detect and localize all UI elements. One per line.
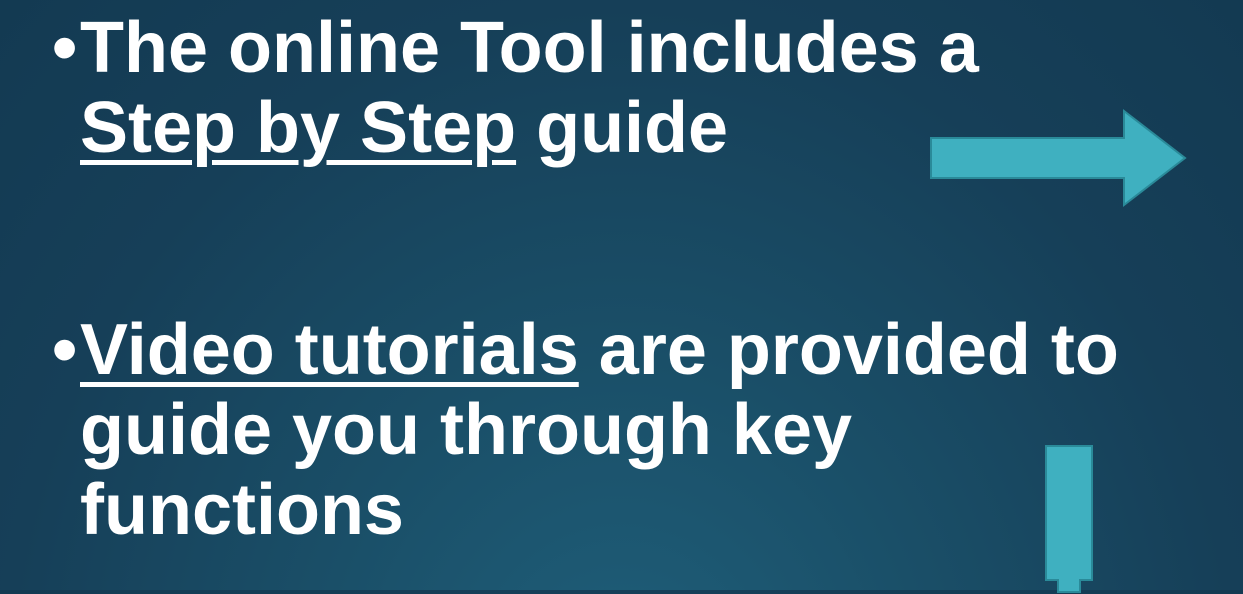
bullet-1-line-2: Step by Step guide [80,88,979,168]
arrow-right-icon [930,108,1187,208]
bullet-1-line-2-rest: guide [516,88,729,168]
bullet-1: The online Tool includes a Step by Step … [80,8,979,168]
bullet-2-line-1: Video tutorials are provided to [80,310,1119,390]
video-tutorials-link[interactable]: Video tutorials [80,310,579,390]
bullet-2: Video tutorials are provided to guide yo… [80,310,1119,550]
bullet-1-line-1: The online Tool includes a [80,8,979,88]
step-by-step-link[interactable]: Step by Step [80,88,516,168]
arrow-down-icon [1045,445,1093,593]
bullet-2-line-1-rest: are provided to [578,310,1119,390]
bullet-dot-1: • [52,8,78,88]
bullet-dot-2: • [52,310,78,390]
bullet-2-line-2: guide you through key [80,390,853,470]
slide: • The online Tool includes a Step by Ste… [0,0,1243,593]
bullet-2-line-3: functions [80,470,404,550]
